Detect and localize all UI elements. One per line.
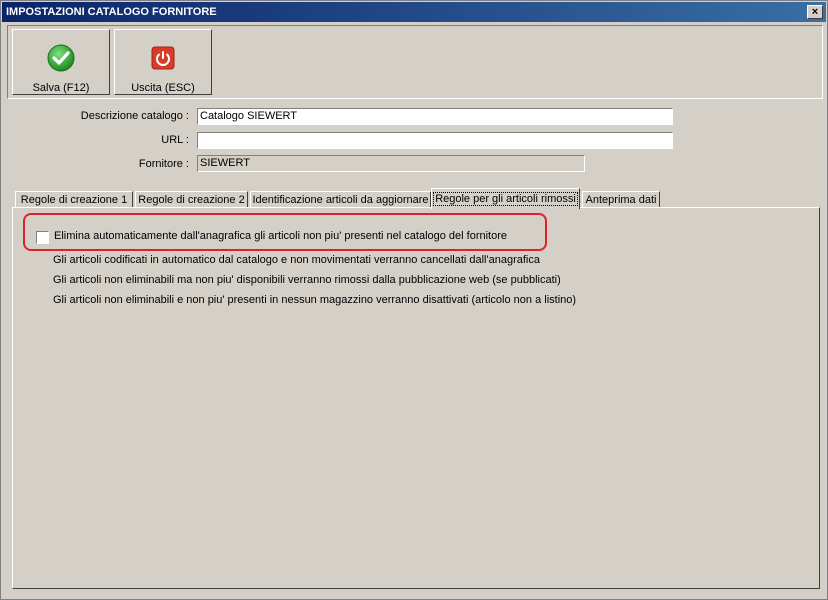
window-title: IMPOSTAZIONI CATALOGO FORNITORE	[6, 6, 217, 18]
window: IMPOSTAZIONI CATALOGO FORNITORE × Salva …	[0, 0, 828, 600]
title-bar: IMPOSTAZIONI CATALOGO FORNITORE ×	[2, 2, 826, 22]
save-button-label: Salva (F12)	[32, 82, 90, 94]
elimina-checkbox-label: Elimina automaticamente dall'anagrafica …	[54, 230, 508, 242]
descrizione-label: Descrizione catalogo :	[80, 110, 189, 122]
url-field[interactable]	[197, 132, 673, 149]
power-icon	[151, 46, 175, 70]
tab-regole-articoli-rimossi[interactable]: Regole per gli articoli rimossi	[431, 188, 580, 209]
tab-regole-creazione-2[interactable]: Regole di creazione 2	[135, 191, 248, 208]
exit-button[interactable]: Uscita (ESC)	[114, 29, 212, 95]
url-label: URL :	[161, 134, 189, 146]
fornitore-label: Fornitore :	[138, 158, 189, 170]
toolbar: Salva (F12) Uscita (ESC)	[7, 25, 823, 99]
tab-anteprima-dati[interactable]: Anteprima dati	[582, 191, 660, 208]
note-line-1: Gli articoli codificati in automatico da…	[53, 254, 540, 266]
save-button[interactable]: Salva (F12)	[12, 29, 110, 95]
elimina-checkbox[interactable]	[36, 231, 49, 244]
tab-regole-creazione-1[interactable]: Regole di creazione 1	[15, 191, 133, 208]
descrizione-field[interactable]: Catalogo SIEWERT	[197, 108, 673, 125]
check-circle-icon	[47, 44, 75, 72]
tab-identificazione-articoli[interactable]: Identificazione articoli da aggiornare	[250, 191, 431, 208]
note-line-3: Gli articoli non eliminabili e non piu' …	[53, 294, 577, 306]
close-button[interactable]: ×	[807, 5, 823, 19]
fornitore-field: SIEWERT	[197, 155, 585, 172]
note-line-2: Gli articoli non eliminabili ma non piu'…	[53, 274, 561, 286]
exit-button-label: Uscita (ESC)	[131, 82, 195, 94]
